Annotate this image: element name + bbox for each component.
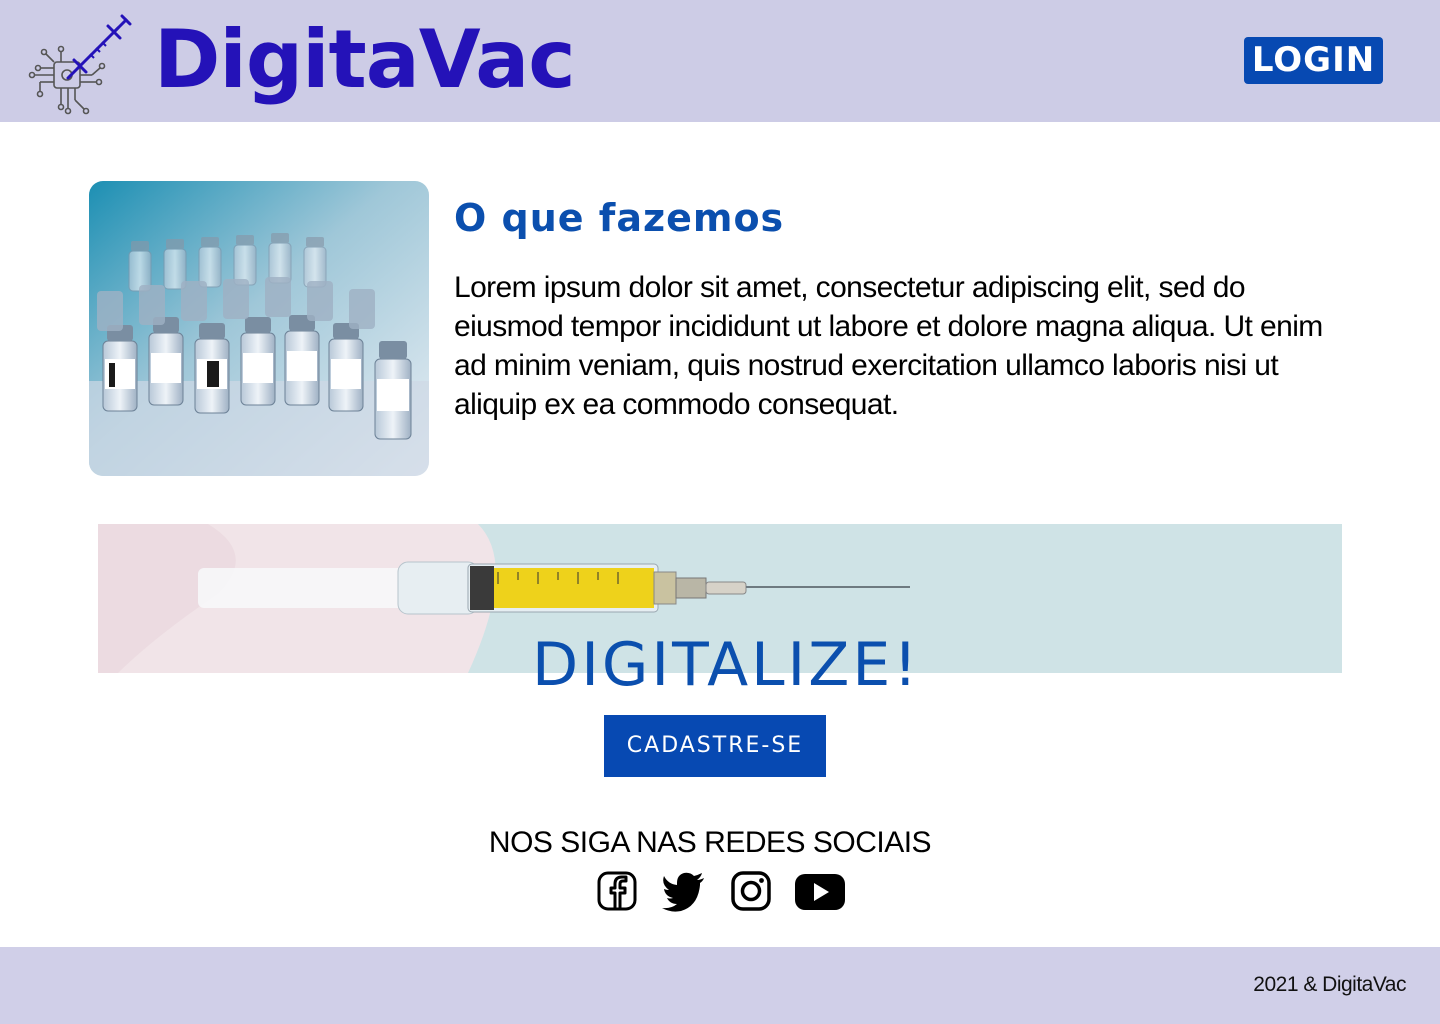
site-header: DigitaVac LOGIN xyxy=(0,0,1440,122)
twitter-icon[interactable] xyxy=(662,870,712,916)
instagram-icon[interactable] xyxy=(730,870,780,916)
vaccine-vials-image xyxy=(89,181,429,476)
cta-title: DIGITALIZE! xyxy=(532,630,921,700)
about-text: Lorem ipsum dolor sit amet, consectetur … xyxy=(454,271,1323,421)
brand-title[interactable]: DigitaVac xyxy=(154,10,576,110)
login-button[interactable]: LOGIN xyxy=(1244,37,1383,84)
copyright-text: 2021 & DigitaVac xyxy=(1253,973,1406,996)
social-icons xyxy=(596,870,856,916)
youtube-icon[interactable] xyxy=(794,870,845,916)
signup-button[interactable]: CADASTRE-SE xyxy=(604,715,826,777)
facebook-icon[interactable] xyxy=(596,870,646,916)
about-title: O que fazemos xyxy=(454,196,785,240)
site-footer: 2021 & DigitaVac xyxy=(0,947,1440,1024)
syringe-chip-icon[interactable] xyxy=(28,8,138,118)
social-title: NOS SIGA NAS REDES SOCIAIS xyxy=(488,826,932,859)
